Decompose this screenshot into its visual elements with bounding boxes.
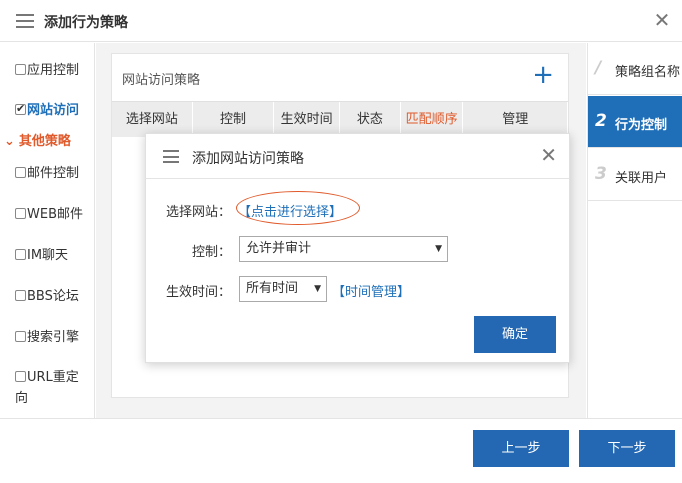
step-label: 策略组名称 <box>615 65 681 80</box>
checkbox-icon[interactable] <box>15 331 26 342</box>
step-label: 关联用户 <box>615 171 668 186</box>
sidebar-item-web-mail[interactable]: WEB邮件 <box>15 203 83 222</box>
checkbox-icon[interactable] <box>15 167 26 178</box>
menu-icon <box>163 150 179 163</box>
left-sidebar: 应用控制 网站访问 ⌄其他策略 邮件控制 WEB邮件 IM聊天 BBS论坛 搜索… <box>0 43 95 418</box>
add-icon[interactable]: + <box>532 62 554 88</box>
step-number: 2 <box>595 111 607 131</box>
confirm-button[interactable]: 确定 <box>474 316 556 353</box>
close-icon[interactable]: ✕ <box>652 10 672 30</box>
menu-icon <box>16 14 34 28</box>
checkbox-icon[interactable] <box>15 208 26 219</box>
checkbox-icon[interactable] <box>15 290 26 301</box>
sidebar-item-search-engine[interactable]: 搜索引擎 <box>15 326 79 345</box>
prev-step-button[interactable]: 上一步 <box>473 430 569 467</box>
window-titlebar: 添加行为策略 ✕ <box>0 0 682 42</box>
sidebar-item-im-chat[interactable]: IM聊天 <box>15 244 68 263</box>
sidebar-item-app-control[interactable]: 应用控制 <box>15 59 79 78</box>
step-behavior-control[interactable]: 2 行为控制 <box>588 96 682 148</box>
effective-time-select[interactable]: 所有时间 ▼ <box>239 276 327 302</box>
dialog-title: 添加网站访问策略 <box>192 151 304 167</box>
dialog-header: 添加网站访问策略 ✕ <box>146 134 569 179</box>
step-label: 行为控制 <box>615 118 668 133</box>
checkbox-checked-icon[interactable] <box>15 102 26 115</box>
checkbox-icon[interactable] <box>15 249 26 260</box>
close-icon[interactable]: ✕ <box>540 145 557 165</box>
checkbox-icon[interactable] <box>15 371 26 382</box>
steps-sidebar: / 策略组名称 2 行为控制 3 关联用户 <box>587 43 682 418</box>
dropdown-arrow-icon: ▼ <box>435 244 442 254</box>
panel-header: 网站访问策略 + <box>112 54 568 101</box>
chevron-down-icon: ⌄ <box>4 134 15 149</box>
effective-time-label: 生效时间： <box>166 285 232 300</box>
sidebar-item-bbs[interactable]: BBS论坛 <box>15 285 79 304</box>
dropdown-arrow-icon: ▼ <box>314 284 321 294</box>
sidebar-item-mail-control[interactable]: 邮件控制 <box>15 162 79 181</box>
table-header: 选择网站 控制 生效时间 状态 匹配顺序 管理 <box>112 101 568 138</box>
time-management-link[interactable]: 【时间管理】 <box>332 281 410 300</box>
add-website-policy-dialog: 添加网站访问策略 ✕ 选择网站： 【点击进行选择】 控制： 允许并审计 ▼ 生效… <box>145 133 570 363</box>
step-policy-group-name[interactable]: / 策略组名称 <box>588 43 682 95</box>
next-step-button[interactable]: 下一步 <box>579 430 675 467</box>
control-label: 控制： <box>192 245 232 260</box>
sidebar-section-other-policies[interactable]: ⌄ 其他策略 <box>4 130 71 149</box>
sidebar-item-website-access[interactable]: 网站访问 <box>15 99 79 118</box>
window-title: 添加行为策略 <box>44 15 128 31</box>
footer: 上一步 下一步 <box>0 418 682 483</box>
control-select[interactable]: 允许并审计 ▼ <box>239 236 448 262</box>
select-site-link[interactable]: 【点击进行选择】 <box>238 201 342 220</box>
panel-title: 网站访问策略 <box>122 73 201 88</box>
sidebar-item-url-redirect[interactable]: URL重定 向 <box>15 367 79 409</box>
step-associate-users[interactable]: 3 关联用户 <box>588 149 682 201</box>
step-number: 3 <box>595 164 607 184</box>
select-site-label: 选择网站： <box>166 205 232 220</box>
step-number: / <box>595 58 602 78</box>
checkbox-icon[interactable] <box>15 64 26 75</box>
